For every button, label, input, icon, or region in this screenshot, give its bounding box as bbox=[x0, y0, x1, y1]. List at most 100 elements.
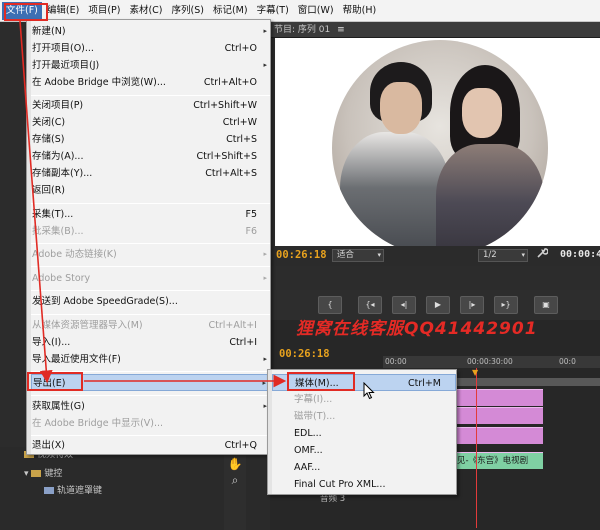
go-to-in-button[interactable]: {◂ bbox=[358, 296, 382, 314]
watermark-text: 狸窝在线客服QQ41442901 bbox=[296, 319, 538, 339]
menu-item-open-recent[interactable]: 打开最近项目(J) ▸ bbox=[31, 57, 271, 74]
step-forward-button[interactable]: |▸ bbox=[460, 296, 484, 314]
menu-item-save-as[interactable]: 存储为(A)... Ctrl+Shift+S bbox=[31, 148, 271, 165]
effects-folder-label: 键控 bbox=[44, 469, 63, 479]
menu-item-import-media-browser[interactable]: 从媒体资源管理器导入(M) Ctrl+Alt+I bbox=[31, 317, 271, 334]
menu-item-label: Final Cut Pro XML... bbox=[294, 479, 386, 490]
menu-item-label: EDL... bbox=[294, 428, 322, 439]
menu-item-close-project[interactable]: 关闭项目(P) Ctrl+Shift+W bbox=[31, 97, 271, 114]
wrench-icon[interactable] bbox=[536, 247, 549, 262]
hand-tool-icon[interactable]: ✋ bbox=[224, 456, 246, 472]
menu-project[interactable]: 项目(P) bbox=[84, 2, 124, 20]
menu-item-open-project[interactable]: 打开项目(O)... Ctrl+O bbox=[31, 40, 271, 57]
timeline-timecode[interactable]: 00:26:18 bbox=[279, 348, 330, 360]
menu-item-shortcut: F5 bbox=[245, 209, 257, 220]
effects-folder-keying[interactable]: ▾ 键控 bbox=[24, 466, 62, 479]
menu-item-browse-bridge[interactable]: 在 Adobe Bridge 中浏览(W)... Ctrl+Alt+O bbox=[31, 74, 271, 91]
submenu-arrow-icon: ▸ bbox=[263, 61, 267, 69]
play-button[interactable]: ▶ bbox=[426, 296, 450, 314]
timeline-ruler[interactable]: 00:00 00:00:30:00 00:0 bbox=[383, 356, 600, 368]
menu-sequence[interactable]: 序列(S) bbox=[168, 2, 208, 20]
menu-item-label: 字幕(I)... bbox=[294, 394, 333, 405]
menu-item-export-aaf[interactable]: AAF... bbox=[272, 459, 456, 476]
menu-window[interactable]: 窗口(W) bbox=[294, 2, 338, 20]
panel-menu-icon[interactable]: ≡ bbox=[337, 25, 345, 35]
menu-item-shortcut: Ctrl+Shift+W bbox=[193, 100, 257, 111]
monitor-timecode[interactable]: 00:26:18 bbox=[276, 249, 327, 261]
menu-item-close[interactable]: 关闭(C) Ctrl+W bbox=[31, 114, 271, 131]
playhead-marker[interactable]: ▼ bbox=[472, 368, 478, 377]
video-frame-image bbox=[332, 40, 548, 256]
menu-item-label: 在 Adobe Bridge 中显示(V)... bbox=[32, 418, 164, 429]
submenu-arrow-icon: ▸ bbox=[263, 274, 267, 282]
menu-item-export-fcp-xml[interactable]: Final Cut Pro XML... bbox=[272, 476, 456, 493]
annotation-box-file bbox=[4, 3, 48, 21]
video-clip[interactable] bbox=[455, 407, 543, 424]
menu-item-shortcut: Ctrl+Q bbox=[224, 440, 257, 451]
menu-item-label: 存储(S) bbox=[32, 134, 65, 145]
menu-item-dynamic-link[interactable]: Adobe 动态链接(K) ▸ bbox=[31, 246, 271, 263]
quality-dropdown[interactable]: 1/2 ▾ bbox=[478, 249, 528, 262]
menu-item-label: 新建(N) bbox=[32, 26, 66, 37]
menu-item-import-recent[interactable]: 导入最近使用文件(F) ▸ bbox=[31, 351, 271, 368]
figure-woman-face bbox=[462, 88, 502, 138]
menu-item-batch-capture[interactable]: 批采集(B)... F6 bbox=[31, 223, 271, 240]
export-frame-button[interactable]: ▣ bbox=[534, 296, 558, 314]
menu-item-label: 获取属性(G) bbox=[32, 401, 85, 412]
figure-man-face bbox=[380, 82, 422, 134]
menu-separator bbox=[31, 243, 270, 244]
program-monitor-preview bbox=[275, 38, 600, 256]
playhead[interactable] bbox=[476, 368, 477, 528]
ruler-tick: 00:00 bbox=[385, 357, 407, 366]
program-monitor-tab-label: 节目: 序列 01 bbox=[274, 25, 331, 35]
effect-item-track-matte[interactable]: 轨道遮罩键 bbox=[44, 483, 102, 496]
video-clip[interactable] bbox=[455, 427, 543, 444]
menu-item-shortcut: Ctrl+O bbox=[224, 43, 257, 54]
menu-edit[interactable]: 编辑(E) bbox=[43, 2, 83, 20]
menu-item-label: 磁带(T)... bbox=[294, 411, 336, 422]
effect-icon bbox=[44, 487, 54, 494]
menu-item-revert[interactable]: 返回(R) bbox=[31, 182, 271, 199]
menu-item-save[interactable]: 存储(S) Ctrl+S bbox=[31, 131, 271, 148]
step-back-button[interactable]: ◂| bbox=[392, 296, 416, 314]
menu-item-label: 导入最近使用文件(F) bbox=[32, 354, 121, 365]
fit-dropdown-value: 适合 bbox=[337, 250, 355, 260]
menu-item-send-speedgrade[interactable]: 发送到 Adobe SpeedGrade(S)... bbox=[31, 293, 271, 310]
menu-item-label: 从媒体资源管理器导入(M) bbox=[32, 320, 143, 331]
menu-item-label: 批采集(B)... bbox=[32, 226, 84, 237]
menu-clip[interactable]: 素材(C) bbox=[125, 2, 166, 20]
menu-item-shortcut: Ctrl+W bbox=[222, 117, 257, 128]
menu-item-adobe-story[interactable]: Adobe Story ▸ bbox=[31, 270, 271, 287]
menu-separator bbox=[31, 314, 270, 315]
figure-man bbox=[340, 132, 450, 256]
menu-item-capture[interactable]: 采集(T)... F5 bbox=[31, 206, 271, 223]
monitor-duration: 00:00:4 bbox=[560, 249, 600, 260]
menu-item-label: 在 Adobe Bridge 中浏览(W)... bbox=[32, 77, 166, 88]
quality-dropdown-value: 1/2 bbox=[483, 250, 497, 260]
title-clip[interactable]: 见-《东宫》电视剧 bbox=[455, 452, 543, 469]
menu-separator bbox=[31, 203, 270, 204]
menu-item-import[interactable]: 导入(I)... Ctrl+I bbox=[31, 334, 271, 351]
zoom-tool-icon[interactable]: ⌕ bbox=[224, 472, 246, 488]
menu-item-reveal-bridge[interactable]: 在 Adobe Bridge 中显示(V)... bbox=[31, 415, 271, 432]
go-to-out-button[interactable]: ▸} bbox=[494, 296, 518, 314]
program-monitor-tab[interactable]: 节目: 序列 01 ≡ bbox=[268, 22, 600, 38]
fit-dropdown[interactable]: 适合 ▾ bbox=[332, 249, 384, 262]
video-clip[interactable] bbox=[455, 389, 543, 406]
submenu-arrow-icon: ▸ bbox=[263, 250, 267, 258]
mark-in-button[interactable]: { bbox=[318, 296, 342, 314]
menu-item-get-properties[interactable]: 获取属性(G) ▸ bbox=[31, 398, 271, 415]
menu-item-save-copy[interactable]: 存储副本(Y)... Ctrl+Alt+S bbox=[31, 165, 271, 182]
menu-item-label: AAF... bbox=[294, 462, 321, 473]
menu-item-shortcut: Ctrl+Alt+I bbox=[208, 320, 258, 331]
menu-item-export-tape[interactable]: 磁带(T)... bbox=[272, 408, 456, 425]
menu-item-export-edl[interactable]: EDL... bbox=[272, 425, 456, 442]
menu-item-new[interactable]: 新建(N) ▸ bbox=[31, 23, 271, 40]
menu-item-label: 存储副本(Y)... bbox=[32, 168, 93, 179]
menu-help[interactable]: 帮助(H) bbox=[339, 2, 381, 20]
menu-title[interactable]: 字幕(T) bbox=[253, 2, 293, 20]
menu-item-export-omf[interactable]: OMF... bbox=[272, 442, 456, 459]
menu-item-label: Adobe Story bbox=[32, 273, 91, 284]
menu-item-exit[interactable]: 退出(X) Ctrl+Q bbox=[31, 437, 271, 454]
menu-marker[interactable]: 标记(M) bbox=[209, 2, 252, 20]
